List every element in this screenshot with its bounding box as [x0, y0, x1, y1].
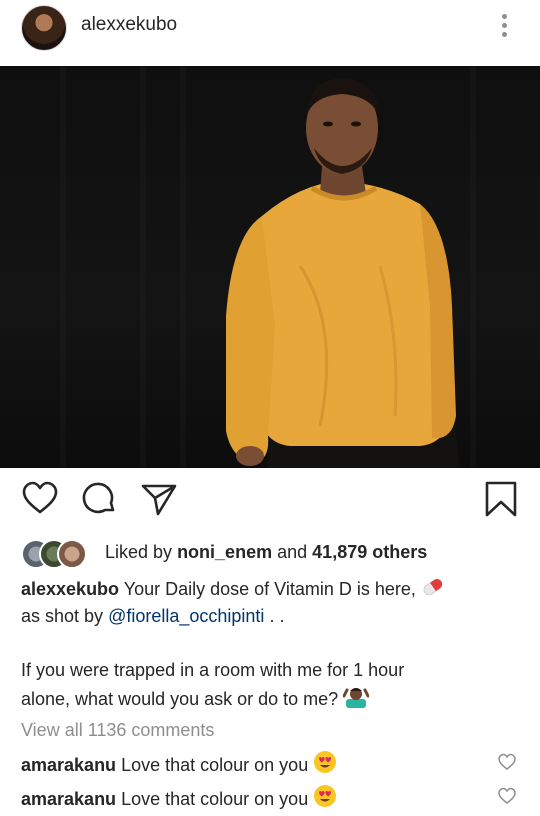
caption-line-2-prefix: as shot by: [21, 606, 104, 626]
comment-like-heart-icon[interactable]: [498, 787, 516, 805]
comment-row: amarakanu Love that colour on you: [21, 784, 531, 814]
caption-author[interactable]: alexxekubo: [21, 579, 119, 599]
heart-eyes-emoji: [314, 751, 337, 773]
comment-icon[interactable]: [80, 480, 118, 518]
likes-row[interactable]: Liked by noni_enem and 41,879 others: [21, 538, 531, 569]
comment-like-heart-icon[interactable]: [498, 753, 516, 771]
more-vertical-icon[interactable]: [497, 14, 511, 42]
person-illustration: [226, 78, 460, 468]
liker-avatar: [57, 539, 87, 569]
action-bar: [0, 480, 540, 522]
post-username[interactable]: alexxekubo: [81, 14, 177, 36]
caption: alexxekubo Your Daily dose of Vitamin D …: [21, 576, 521, 713]
comment-row: amarakanu Love that colour on you: [21, 750, 531, 780]
view-all-comments-link[interactable]: View all 1136 comments: [21, 720, 214, 741]
comment-text: Love that colour on you: [121, 789, 309, 809]
caption-line-2-suffix: . .: [269, 606, 285, 626]
likes-count[interactable]: 41,879 others: [312, 542, 427, 562]
likes-text: Liked by noni_enem and 41,879 others: [105, 542, 427, 563]
avatar[interactable]: [21, 5, 67, 51]
heart-icon[interactable]: [21, 480, 59, 518]
likes-prefix: Liked by: [105, 542, 173, 562]
bookmark-icon[interactable]: [482, 480, 520, 518]
likes-joiner: and: [277, 542, 308, 562]
caption-line-4: alone, what would you ask or do to me?: [21, 689, 339, 709]
mention-link[interactable]: @fiorella_occhipinti: [108, 606, 264, 626]
shrug-emoji: [343, 688, 370, 708]
comment-author[interactable]: amarakanu: [21, 755, 116, 775]
post-photo[interactable]: [0, 66, 540, 468]
comment-author[interactable]: amarakanu: [21, 789, 116, 809]
comment-text: Love that colour on you: [121, 755, 309, 775]
caption-line-3: If you were trapped in a room with me fo…: [21, 660, 405, 680]
heart-eyes-emoji: [314, 785, 337, 807]
caption-line-1: Your Daily dose of Vitamin D is here,: [123, 579, 416, 599]
share-icon[interactable]: [140, 480, 178, 518]
pill-emoji: [423, 578, 443, 596]
post-header: alexxekubo: [0, 0, 540, 66]
first-liker[interactable]: noni_enem: [177, 542, 272, 562]
